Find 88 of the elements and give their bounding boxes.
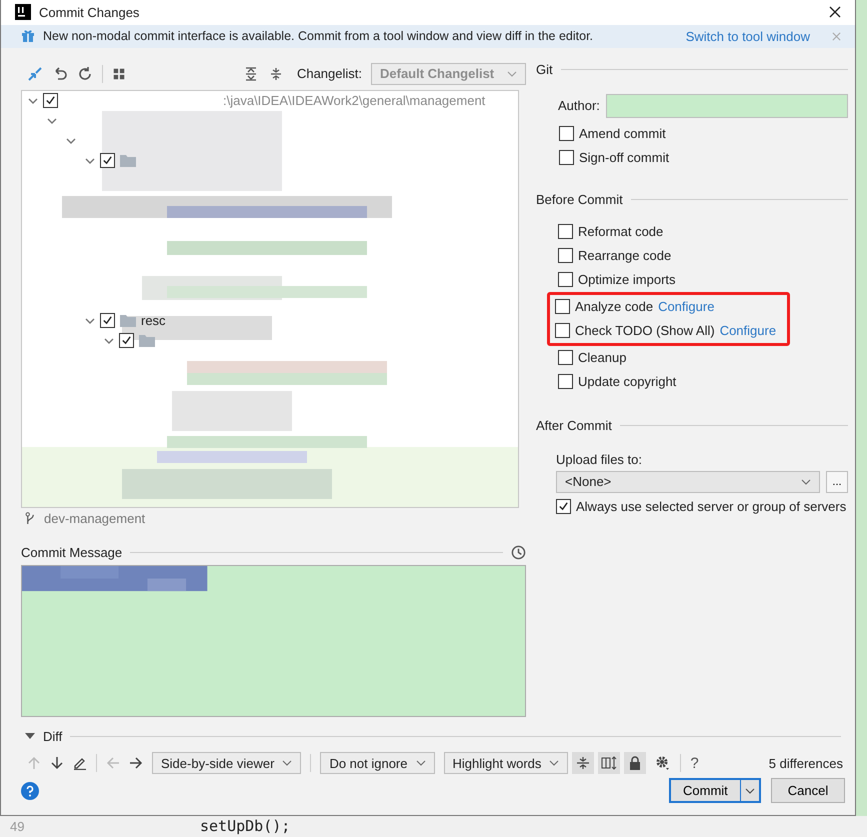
author-label: Author: [558,98,600,113]
caret-icon [282,760,292,766]
configure-link[interactable]: Configure [720,323,776,338]
highlight-dropdown[interactable]: Highlight words [444,752,568,774]
collapse-unchanged-button[interactable] [572,752,594,774]
grid-icon[interactable] [112,66,126,80]
checkbox[interactable] [119,333,134,348]
branch-name: dev-management [44,511,146,526]
pencil-icon[interactable] [73,756,87,770]
upload-dropdown[interactable]: <None> [556,470,820,492]
close-icon[interactable] [829,6,841,18]
checkbox[interactable] [100,313,115,328]
option-label: Reformat code [578,224,664,239]
switch-link[interactable]: Switch to tool window [686,28,810,44]
collapse-icon [576,756,590,770]
banner-text: New non-modal commit interface is available. Commit from a tool window and view diff in the editor. [43,29,594,43]
checkbox[interactable] [558,224,573,239]
option-label: Analyze code [575,299,654,314]
settings-icon[interactable] [655,755,672,772]
caret-icon[interactable] [745,788,755,794]
checkbox[interactable] [556,499,571,514]
columns-icon [601,756,618,770]
chevron-icon[interactable] [104,336,114,346]
option-label: Check TODO (Show All) [575,323,715,338]
upload-label: Upload files to: [556,452,643,466]
help-icon[interactable] [21,782,39,800]
gift-icon [21,29,35,43]
browse-button[interactable]: ... [826,470,848,492]
option-label: Rearrange code [578,248,672,263]
section-title: After Commit [536,418,612,433]
help-text[interactable]: ? [690,754,699,772]
ignore-dropdown[interactable]: Do not ignore [320,752,434,774]
cancel-button[interactable]: Cancel [771,778,845,804]
option-label: Optimize imports [578,272,676,287]
arrows-icon[interactable] [27,66,43,82]
chevron-icon[interactable] [85,156,95,166]
option-label: Amend commit [579,126,666,141]
commit-button[interactable]: Commit [669,778,761,804]
checkbox[interactable] [559,126,574,141]
chevron-icon[interactable] [66,136,76,146]
triangle-icon[interactable] [25,732,35,740]
checkbox[interactable] [43,93,58,108]
option-row[interactable]: Amend commit [559,122,848,146]
changelist-label: Changelist: [296,66,362,81]
option-label: Always use selected server or group of servers [576,499,846,514]
chevron-icon[interactable] [85,316,95,326]
branch-icon [25,512,36,525]
section-title: Before Commit [536,192,623,207]
checkbox[interactable] [558,272,573,287]
code-line: setUpDb(); [200,820,290,833]
option-label: Cleanup [578,350,626,365]
history-icon[interactable] [511,545,526,560]
section-title: Diff [43,728,62,744]
tree-item-label[interactable]: :\java\IDEA\IDEAWork2\general\management [223,93,486,108]
checkbox[interactable] [558,374,573,389]
caret-icon [507,70,517,76]
right-arrow-icon[interactable] [129,756,143,770]
option-label: Sign-off commit [579,150,670,165]
app-logo-icon [15,4,31,20]
chevron-icon[interactable] [47,116,57,126]
lock-icon [629,756,642,770]
checkbox[interactable] [100,153,115,168]
line-number: 49 [10,820,24,833]
window-title: Commit Changes [39,4,140,20]
checkbox[interactable] [559,150,574,165]
checkbox[interactable] [555,299,570,314]
commit-message-field[interactable] [21,564,526,716]
lock-button[interactable] [624,752,646,774]
viewer-dropdown[interactable]: Side-by-side viewer [152,752,302,774]
caret-icon [416,760,426,766]
differences-count: 5 differences [768,756,843,771]
checkbox[interactable] [555,323,570,338]
folder-icon [120,314,136,327]
refresh-icon[interactable] [77,66,93,82]
caret-icon [801,478,811,484]
down-arrow-icon[interactable] [50,756,64,770]
author-field[interactable] [606,94,848,118]
caret-icon [549,760,560,766]
checkbox[interactable] [558,350,573,365]
section-title: Git [536,62,553,77]
chevron-icon[interactable] [28,96,38,106]
checkbox[interactable] [558,248,573,263]
sync-scroll-button[interactable] [598,752,620,774]
configure-link[interactable]: Configure [658,299,714,314]
option-label: Update copyright [578,374,676,389]
section-title: Commit Message [21,545,122,560]
option-row[interactable]: Sign-off commit [559,146,848,170]
tree-item-label[interactable]: resc [141,313,166,328]
